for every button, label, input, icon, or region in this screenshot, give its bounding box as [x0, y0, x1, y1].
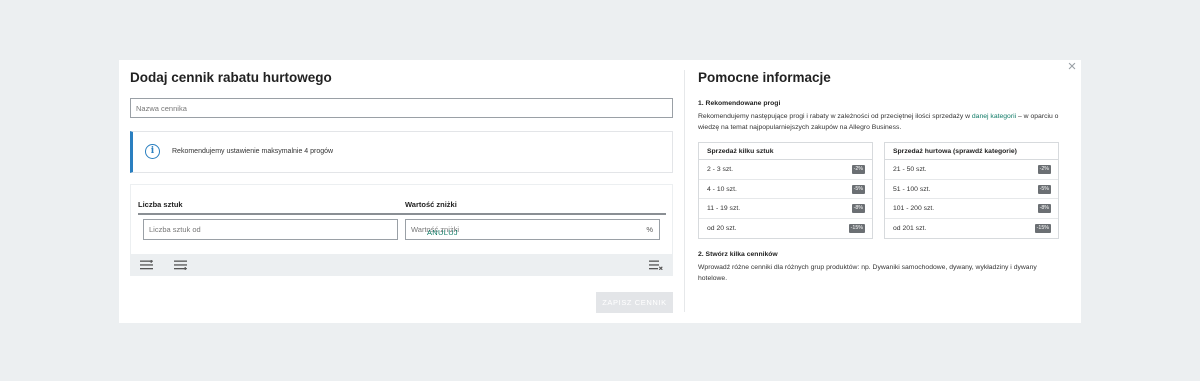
table-row: 101 - 200 szt. -8% [885, 199, 1058, 219]
form-title: Dodaj cennik rabatu hurtowego [130, 70, 332, 85]
panel-divider [684, 70, 685, 312]
add-row-above-icon[interactable] [140, 260, 153, 270]
table-row: od 201 szt. -15% [893, 223, 1051, 233]
add-row-below-icon[interactable] [174, 260, 187, 270]
pricelist-form: Dodaj cennik rabatu hurtowego i Rekomend… [130, 70, 674, 276]
discount-badge: -8% [1037, 204, 1051, 213]
table-row: 4 - 10 szt. -5% [699, 180, 872, 199]
tiers-table-body: Liczba sztuk Wartość zniżki Liczba sztuk… [131, 185, 672, 254]
table-row: 51 - 100 szt. -5% [885, 180, 1058, 199]
small-sales-header: Sprzedaż kilku sztuk [699, 143, 872, 160]
info-text: Rekomendujemy ustawienie maksymalnie 4 p… [172, 148, 334, 155]
table-row: 21 - 50 szt. -2% [885, 160, 1058, 180]
cancel-button[interactable]: ANULUJ [427, 228, 458, 238]
header-divider [138, 213, 666, 215]
pricelist-name-input[interactable] [130, 98, 673, 118]
discount-column-header: Wartość zniżki [405, 200, 457, 209]
qty-column-header: Liczba sztuk [138, 200, 183, 209]
save-pricelist-button[interactable]: ZAPISZ CENNIK [596, 292, 673, 313]
close-icon[interactable]: × [1066, 59, 1078, 74]
discount-badge: -15% [848, 223, 865, 233]
table-row: 11 - 19 szt. -8% [699, 199, 872, 219]
delete-row-icon[interactable] [649, 260, 663, 270]
section2-text: Wprowadź różne cenniki dla różnych grup … [698, 264, 1037, 282]
small-sales-table: Sprzedaż kilku sztuk 2 - 3 szt. -2% 4 - 1… [698, 142, 873, 239]
tiers-table: Liczba sztuk Wartość zniżki Liczba sztuk… [130, 184, 673, 276]
discount-badge: -2% [851, 165, 865, 174]
discount-badge: -2% [1037, 165, 1051, 174]
discount-badge: -5% [1037, 184, 1051, 194]
info-banner: i Rekomendujemy ustawienie maksymalnie 4… [130, 131, 673, 173]
percent-unit: % [646, 225, 653, 234]
wholesale-table: Sprzedaż hurtowa (sprawdź kategorie) 21 … [884, 142, 1059, 239]
table-row: od 20 szt. -15% [707, 223, 865, 233]
section1-title: 1. Rekomendowane progi [698, 100, 781, 107]
section2-title: 2. Stwórz kilka cenników [698, 251, 778, 258]
wholesale-header: Sprzedaż hurtowa (sprawdź kategorie) [885, 143, 1058, 160]
table-row: 2 - 3 szt. -2% [699, 160, 872, 180]
help-panel: Pomocne informacje 1. Rekomendowane prog… [698, 70, 1062, 282]
qty-from-input[interactable]: Liczba sztuk od [143, 219, 398, 240]
discount-badge: -5% [851, 184, 865, 194]
discount-badge: -15% [1034, 223, 1051, 233]
discount-badge: -8% [851, 204, 865, 213]
info-icon: i [145, 144, 160, 159]
category-link[interactable]: danej kategorii [972, 113, 1016, 120]
section1-text: Rekomendujemy następujące progi i rabaty… [698, 113, 1059, 131]
help-title: Pomocne informacje [698, 70, 831, 85]
